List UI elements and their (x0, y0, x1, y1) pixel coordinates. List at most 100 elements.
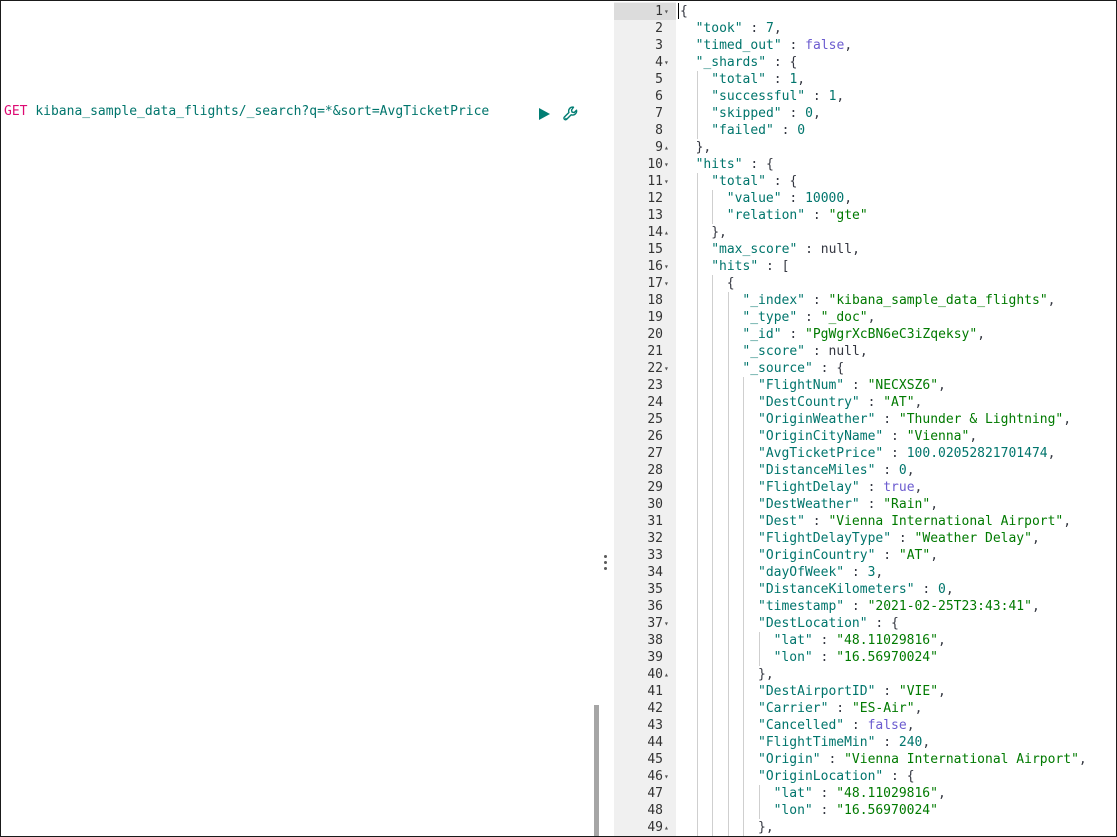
response-line[interactable]: "lat" : "48.11029816", (774, 632, 946, 649)
code-token: : (875, 684, 899, 699)
line-number: 49 (647, 820, 663, 835)
response-line[interactable]: "lat" : "48.11029816", (774, 785, 946, 802)
code-token: "kibana_sample_data_flights" (828, 293, 1048, 308)
line-number: 3 (655, 38, 663, 53)
code-token: : { (883, 769, 915, 784)
response-line[interactable]: "OriginCountry" : "AT", (758, 547, 938, 564)
response-line[interactable]: "successful" : 1, (711, 88, 844, 105)
response-line[interactable]: { (727, 275, 735, 292)
indent-guide (712, 496, 714, 513)
response-line[interactable]: "FlightDelayType" : "Weather Delay", (758, 530, 1040, 547)
code-token: , (797, 72, 806, 87)
response-line[interactable]: }, (696, 139, 712, 156)
response-line[interactable]: "lon" : "16.56970024" (774, 649, 938, 666)
response-line[interactable]: "max_score" : null, (711, 241, 860, 258)
fold-caret-down-icon[interactable]: ▾ (664, 360, 672, 377)
indent-guide (696, 564, 698, 581)
response-line[interactable]: { (680, 3, 688, 20)
request-method[interactable]: GET (4, 104, 27, 119)
fold-caret-down-icon[interactable]: ▾ (664, 173, 672, 190)
response-line[interactable]: "hits" : { (696, 156, 774, 173)
line-number: 42 (647, 701, 663, 716)
indent-guide (712, 734, 714, 751)
response-line[interactable]: "OriginWeather" : "Thunder & Lightning", (758, 411, 1071, 428)
response-line[interactable]: }, (711, 224, 727, 241)
request-url[interactable]: kibana_sample_data_flights/_search?q=*&s… (35, 104, 489, 119)
response-line[interactable]: "hits" : [ (711, 258, 789, 275)
response-line[interactable]: "took" : 7, (696, 20, 782, 37)
response-line[interactable]: "_shards" : { (696, 54, 798, 71)
response-line[interactable]: "total" : { (711, 173, 797, 190)
indent-guide (696, 343, 698, 360)
response-line[interactable]: "FlightDelay" : true, (758, 479, 922, 496)
fold-caret-up-icon[interactable]: ▴ (664, 819, 672, 836)
fold-caret-up-icon[interactable]: ▴ (664, 139, 672, 156)
request-editor[interactable]: GET kibana_sample_data_flights/_search?q… (2, 2, 599, 836)
response-line[interactable]: "_score" : null, (742, 343, 867, 360)
code-token: , (1031, 531, 1040, 546)
indent-guide (743, 598, 745, 615)
response-line[interactable]: "DistanceKilometers" : 0, (758, 581, 954, 598)
response-line[interactable]: "Origin" : "Vienna International Airport… (758, 751, 1087, 768)
request-settings-button[interactable] (562, 105, 580, 123)
response-line[interactable]: "_id" : "PgWgrXcBN6eC3iZqeksy", (742, 326, 985, 343)
fold-caret-down-icon[interactable]: ▾ (664, 3, 672, 20)
response-line[interactable]: "failed" : 0 (711, 122, 805, 139)
pane-resizer[interactable] (599, 2, 614, 836)
code-token: : { (812, 361, 845, 376)
indent-guide (727, 734, 729, 751)
fold-caret-down-icon[interactable]: ▾ (664, 615, 672, 632)
code-token: }, (695, 140, 712, 155)
response-line[interactable]: "OriginLocation" : { (758, 768, 915, 785)
response-line[interactable]: "value" : 10000, (727, 190, 852, 207)
indent-guide (696, 649, 698, 666)
response-line[interactable]: "_index" : "kibana_sample_data_flights", (742, 292, 1055, 309)
response-line[interactable]: "timestamp" : "2021-02-25T23:43:41", (758, 598, 1040, 615)
indent-guide (743, 513, 745, 530)
indent-guide (696, 615, 698, 632)
fold-caret-up-icon[interactable]: ▴ (664, 224, 672, 241)
response-body[interactable]: { "took" : 7, "timed_out" : false, "_shards… (676, 2, 1116, 836)
response-line[interactable]: "FlightNum" : "NECXSZ6", (758, 377, 946, 394)
response-line[interactable]: "DestAirportID" : "VIE", (758, 683, 946, 700)
code-token: "timed_out" (695, 38, 782, 53)
send-request-button[interactable] (536, 106, 552, 122)
fold-caret-down-icon[interactable]: ▾ (664, 768, 672, 785)
response-line[interactable]: "OriginCityName" : "Vienna", (758, 428, 977, 445)
response-line[interactable]: "skipped" : 0, (711, 105, 821, 122)
response-line[interactable]: }, (758, 819, 774, 836)
code-token: 0 (797, 123, 806, 138)
fold-caret-up-icon[interactable]: ▴ (664, 666, 672, 683)
response-line[interactable]: }, (758, 666, 774, 683)
fold-caret-down-icon[interactable]: ▾ (664, 156, 672, 173)
code-token: , (1063, 514, 1072, 529)
response-line[interactable]: "dayOfWeek" : 3, (758, 564, 883, 581)
response-line[interactable]: "lon" : "16.56970024" (774, 802, 938, 819)
response-line[interactable]: "Dest" : "Vienna International Airport", (758, 513, 1071, 530)
fold-caret-down-icon[interactable]: ▾ (664, 54, 672, 71)
response-line[interactable]: "DestWeather" : "Rain", (758, 496, 938, 513)
response-line[interactable]: "_type" : "_doc", (742, 309, 875, 326)
indent-guide (696, 224, 698, 241)
response-line[interactable]: "AvgTicketPrice" : 100.02052821701474, (758, 445, 1055, 462)
fold-caret-down-icon[interactable]: ▾ (664, 258, 672, 275)
indent-guide (712, 428, 714, 445)
response-line[interactable]: "DestCountry" : "AT", (758, 394, 922, 411)
response-line[interactable]: "timed_out" : false, (696, 37, 853, 54)
line-number: 24 (647, 395, 663, 410)
indent-guide (696, 513, 698, 530)
response-line[interactable]: "DistanceMiles" : 0, (758, 462, 915, 479)
request-line[interactable]: GET kibana_sample_data_flights/_search?q… (4, 103, 489, 120)
response-viewer[interactable]: 1 ▾ 2 3 4 ▾ 5 6 7 8 9 ▴ 10 ▾ 11 ▾ 12 13 14 ▴ 15 16 ▾ 17 ▾ 18 19 20 2… (614, 2, 1116, 836)
fold-caret-down-icon[interactable]: ▾ (664, 275, 672, 292)
response-line[interactable]: "FlightTimeMin" : 240, (758, 734, 930, 751)
line-number-row: 49 ▴ (614, 819, 676, 836)
response-line[interactable]: "relation" : "gte" (727, 207, 868, 224)
response-line[interactable]: "Carrier" : "ES-Air", (758, 700, 922, 717)
response-line[interactable]: "total" : 1, (711, 71, 805, 88)
response-line[interactable]: "DestLocation" : { (758, 615, 899, 632)
code-token: , (1047, 293, 1056, 308)
code-token: , (969, 429, 978, 444)
response-line[interactable]: "_source" : { (742, 360, 844, 377)
response-line[interactable]: "Cancelled" : false, (758, 717, 915, 734)
